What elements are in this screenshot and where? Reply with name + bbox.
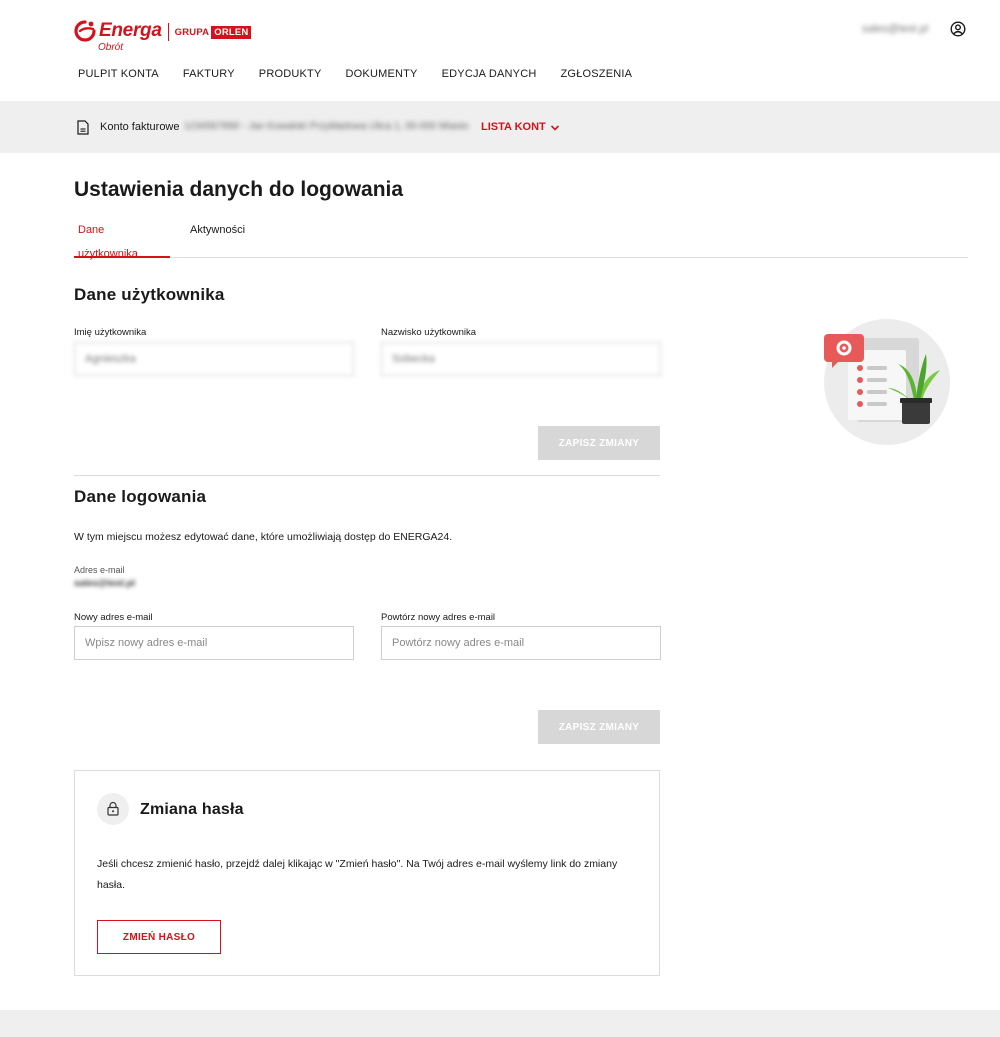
section-title-user-data: Dane użytkownika [74,285,225,304]
last-name-label: Nazwisko użytkownika [381,327,477,338]
logo-separator [167,23,169,41]
repeat-email-input[interactable] [381,626,661,660]
new-email-input[interactable] [74,626,354,660]
save-user-data-button[interactable]: ZAPISZ ZMIANY [538,426,660,460]
nav-item-produkty[interactable]: PRODUKTY [259,66,322,82]
change-password-button[interactable]: ZMIEŃ HASŁO [97,920,221,954]
lock-icon [107,801,119,816]
user-circle-icon[interactable] [950,21,966,37]
document-icon [77,120,89,135]
chevron-down-icon [550,124,559,131]
brand-sub: Obrót [98,42,124,53]
account-label: Konto fakturowe [100,121,180,133]
nav-item-dokumenty[interactable]: DOKUMENTY [346,66,418,82]
top-header: Energa Obrót GRUPA ORLEN sales@test.pl P… [0,0,1000,101]
footer-strip [0,1010,1000,1037]
account-number: 1234567890 - Jan Kowalski Przykładowa Ul… [184,121,469,132]
account-list-label: LISTA KONT [481,121,546,133]
section-title-login-data: Dane logowania [74,487,207,506]
energa-logo[interactable]: Energa Obrót GRUPA ORLEN [74,20,252,56]
nav-item-pulpit-konta[interactable]: PULPIT KONTA [78,66,159,82]
new-email-label: Nowy adres e-mail [74,612,153,623]
first-name-label: Imię użytkownika [74,327,147,338]
energa-logo-icon [74,20,96,42]
nav-item-faktury[interactable]: FAKTURY [183,66,235,82]
current-email-label: Adres e-mail [74,565,125,575]
account-bar: Konto fakturowe 1234567890 - Jan Kowalsk… [0,101,1000,153]
tab-bar: Dane użytkownika Aktywności [74,218,968,260]
group-name: ORLEN [211,26,252,39]
nav-item-zgloszenia[interactable]: ZGŁOSZENIA [561,66,633,82]
login-data-description: W tym miejscu możesz edytować dane, któr… [74,531,453,543]
lock-icon-badge [97,793,129,825]
save-login-data-button[interactable]: ZAPISZ ZMIANY [538,710,660,744]
tab-dane-uzytkownika[interactable]: Dane użytkownika [74,218,170,260]
password-change-card: Zmiana hasła Jeśli chcesz zmienić hasło,… [74,770,660,976]
main-nav: PULPIT KONTA FAKTURY PRODUKTY DOKUMENTY … [78,66,656,82]
section-divider [74,475,660,476]
account-list-dropdown[interactable]: LISTA KONT [481,120,560,135]
settings-illustration [824,319,950,445]
first-name-input[interactable] [74,342,354,376]
brand-name: Energa [99,20,162,41]
group-prefix: GRUPA [174,27,210,38]
page-title: Ustawienia danych do logowania [74,178,404,201]
group-logo: GRUPA ORLEN [175,26,252,39]
password-card-title: Zmiana hasła [140,801,244,818]
user-email: sales@test.pl [862,23,929,35]
nav-item-edycja-danych[interactable]: EDYCJA DANYCH [442,66,537,82]
repeat-email-label: Powtórz nowy adres e-mail [381,612,496,623]
password-card-text: Jeśli chcesz zmienić hasło, przejdź dale… [97,858,618,891]
current-email-value: sales@test.pl [74,578,136,589]
tab-aktywnosci[interactable]: Aktywności [186,218,249,258]
last-name-input[interactable] [381,342,661,376]
